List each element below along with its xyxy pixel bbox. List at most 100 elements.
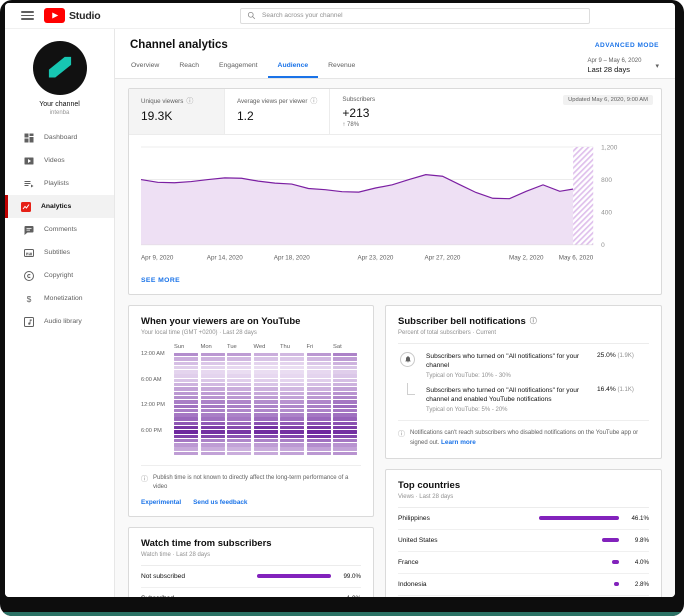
heatmap-cell xyxy=(174,451,198,456)
heatmap-cell xyxy=(200,365,225,370)
heatmap-cell xyxy=(333,447,357,451)
svg-text:Apr 18, 2020: Apr 18, 2020 xyxy=(274,255,310,262)
heatmap-cell xyxy=(280,370,304,374)
heatmap-cell xyxy=(280,378,304,383)
info-icon: ⓘ xyxy=(141,475,148,483)
heatmap-cell xyxy=(333,438,357,443)
sidebar-item-dashboard[interactable]: Dashboard xyxy=(5,126,114,149)
heatmap-cell xyxy=(200,370,225,374)
svg-text:Apr 9, 2020: Apr 9, 2020 xyxy=(141,255,174,262)
heatmap-cell xyxy=(174,443,198,447)
heatmap-cell xyxy=(200,413,225,417)
bell-row-typical: Typical on YouTube: 10% - 30% xyxy=(426,372,511,379)
tab-audience[interactable]: Audience xyxy=(267,53,319,78)
sidebar-item-videos[interactable]: Videos xyxy=(5,149,114,172)
search-input[interactable]: Search across your channel xyxy=(240,7,590,24)
heatmap-cell xyxy=(280,361,304,365)
bar-row-not-subscribed: Not subscribed 99.0% xyxy=(141,566,361,588)
heatmap-cell xyxy=(333,361,357,365)
bell-card-title: Subscriber bell notifications ⓘ xyxy=(398,315,537,327)
heatmap-cell xyxy=(253,421,278,426)
tab-engagement[interactable]: Engagement xyxy=(209,53,268,78)
heatmap-cell xyxy=(227,438,251,443)
heatmap-cell xyxy=(280,400,304,404)
monetization-icon: $ xyxy=(23,293,35,305)
heatmap-cell xyxy=(280,374,304,378)
heatmap-cell xyxy=(253,400,278,404)
svg-text:Apr 23, 2020: Apr 23, 2020 xyxy=(358,255,394,262)
heatmap-cell xyxy=(174,374,198,378)
metric-value: +213 xyxy=(342,106,370,120)
heatmap-cell xyxy=(227,361,251,365)
metric-chip-subscribers[interactable]: Subscribers +213 ↑ 78% xyxy=(330,89,426,134)
advanced-mode-link[interactable]: ADVANCED MODE xyxy=(595,42,659,49)
heatmap-cell xyxy=(253,430,278,434)
heatmap-cell xyxy=(280,395,304,400)
heatmap-cell xyxy=(200,391,225,396)
metric-chip-average-views-per-viewer[interactable]: Average views per viewer ⓘ 1.2 xyxy=(225,89,331,134)
bar-fill xyxy=(602,538,619,543)
heatmap-cell xyxy=(280,447,304,451)
heatmap-time-label: 12:00 PM xyxy=(141,402,165,409)
sidebar-item-comments[interactable]: Comments xyxy=(5,218,114,241)
chevron-down-icon: ▾ xyxy=(655,63,659,70)
sidebar-item-monetization[interactable]: $ Monetization xyxy=(5,287,114,310)
bar-label: United States xyxy=(398,536,438,544)
scroll-area[interactable]: Updated May 6, 2020, 9:00 AM Unique view… xyxy=(115,79,675,597)
sidebar-item-audio-library[interactable]: Audio library xyxy=(5,310,114,333)
heatmap-cell xyxy=(174,426,198,430)
heatmap-cell xyxy=(306,395,331,400)
see-more-link[interactable]: SEE MORE xyxy=(129,269,192,294)
heatmap-cell xyxy=(253,408,278,413)
learn-more-link[interactable]: Learn more xyxy=(441,439,476,446)
analytics-icon xyxy=(20,201,32,213)
sidebar-item-label: Analytics xyxy=(41,203,72,210)
heatmap-cell xyxy=(306,357,331,361)
sidebar-item-playlists[interactable]: Playlists xyxy=(5,172,114,195)
heatmap-cell xyxy=(333,374,357,378)
bar-value: 99.0% xyxy=(343,572,361,580)
heatmap-cell xyxy=(306,408,331,413)
menu-icon[interactable] xyxy=(21,11,34,20)
tab-overview[interactable]: Overview xyxy=(121,53,169,78)
heatmap-cell xyxy=(333,378,357,383)
heatmap-cell xyxy=(200,378,225,383)
watch-time-card: Watch time from subscribers Watch time ·… xyxy=(128,526,374,597)
bar-label: Philippines xyxy=(398,514,430,522)
sidebar-item-label: Subtitles xyxy=(44,249,71,256)
heatmap-cell xyxy=(200,404,225,408)
heatmap-cell xyxy=(200,374,225,378)
heatmap-cell xyxy=(227,400,251,404)
heatmap-cell xyxy=(174,395,198,400)
heatmap-cell xyxy=(174,361,198,365)
heatmap-cell xyxy=(200,430,225,434)
bell-row-text: Subscribers who turned on "All notificat… xyxy=(426,386,580,404)
heatmap-cell xyxy=(200,400,225,404)
heatmap-cell xyxy=(174,408,198,413)
sidebar-item-label: Audio library xyxy=(44,318,82,325)
tab-revenue[interactable]: Revenue xyxy=(318,53,365,78)
sidebar-item-analytics[interactable]: Analytics xyxy=(5,195,114,218)
metric-chip-unique-viewers[interactable]: Unique viewers ⓘ 19.3K xyxy=(129,89,225,134)
heatmap-cell xyxy=(200,451,225,456)
top-countries-title: Top countries xyxy=(398,479,461,491)
feedback-link[interactable]: Send us feedback xyxy=(193,499,247,506)
heatmap-cell xyxy=(333,395,357,400)
heatmap-day-label: Sun xyxy=(174,343,185,350)
bar-value: 2.8% xyxy=(634,580,649,588)
metric-delta: ↑ 78% xyxy=(342,122,360,128)
top-countries-rows: Philippines 46.1% United States 9.8% France 4… xyxy=(398,506,649,597)
experimental-link[interactable]: Experimental xyxy=(141,499,181,506)
bar-row-france: France 4.0% xyxy=(398,552,649,574)
bar-fill xyxy=(257,574,331,579)
viewers-heatmap-card: When your viewers are on YouTube Your lo… xyxy=(128,304,374,517)
tab-reach[interactable]: Reach xyxy=(169,53,209,78)
date-range-picker[interactable]: Apr 9 – May 6, 2020 Last 28 days ▾ xyxy=(587,58,659,78)
sidebar-item-subtitles[interactable]: Subtitles xyxy=(5,241,114,264)
bell-row-value: 16.4% (1.1K) xyxy=(597,385,634,393)
heatmap-cell xyxy=(174,404,198,408)
youtube-studio-logo[interactable]: Studio xyxy=(44,8,101,23)
heatmap-cell xyxy=(280,434,304,438)
sidebar-item-copyright[interactable]: Copyright xyxy=(5,264,114,287)
heatmap-cell xyxy=(253,365,278,370)
